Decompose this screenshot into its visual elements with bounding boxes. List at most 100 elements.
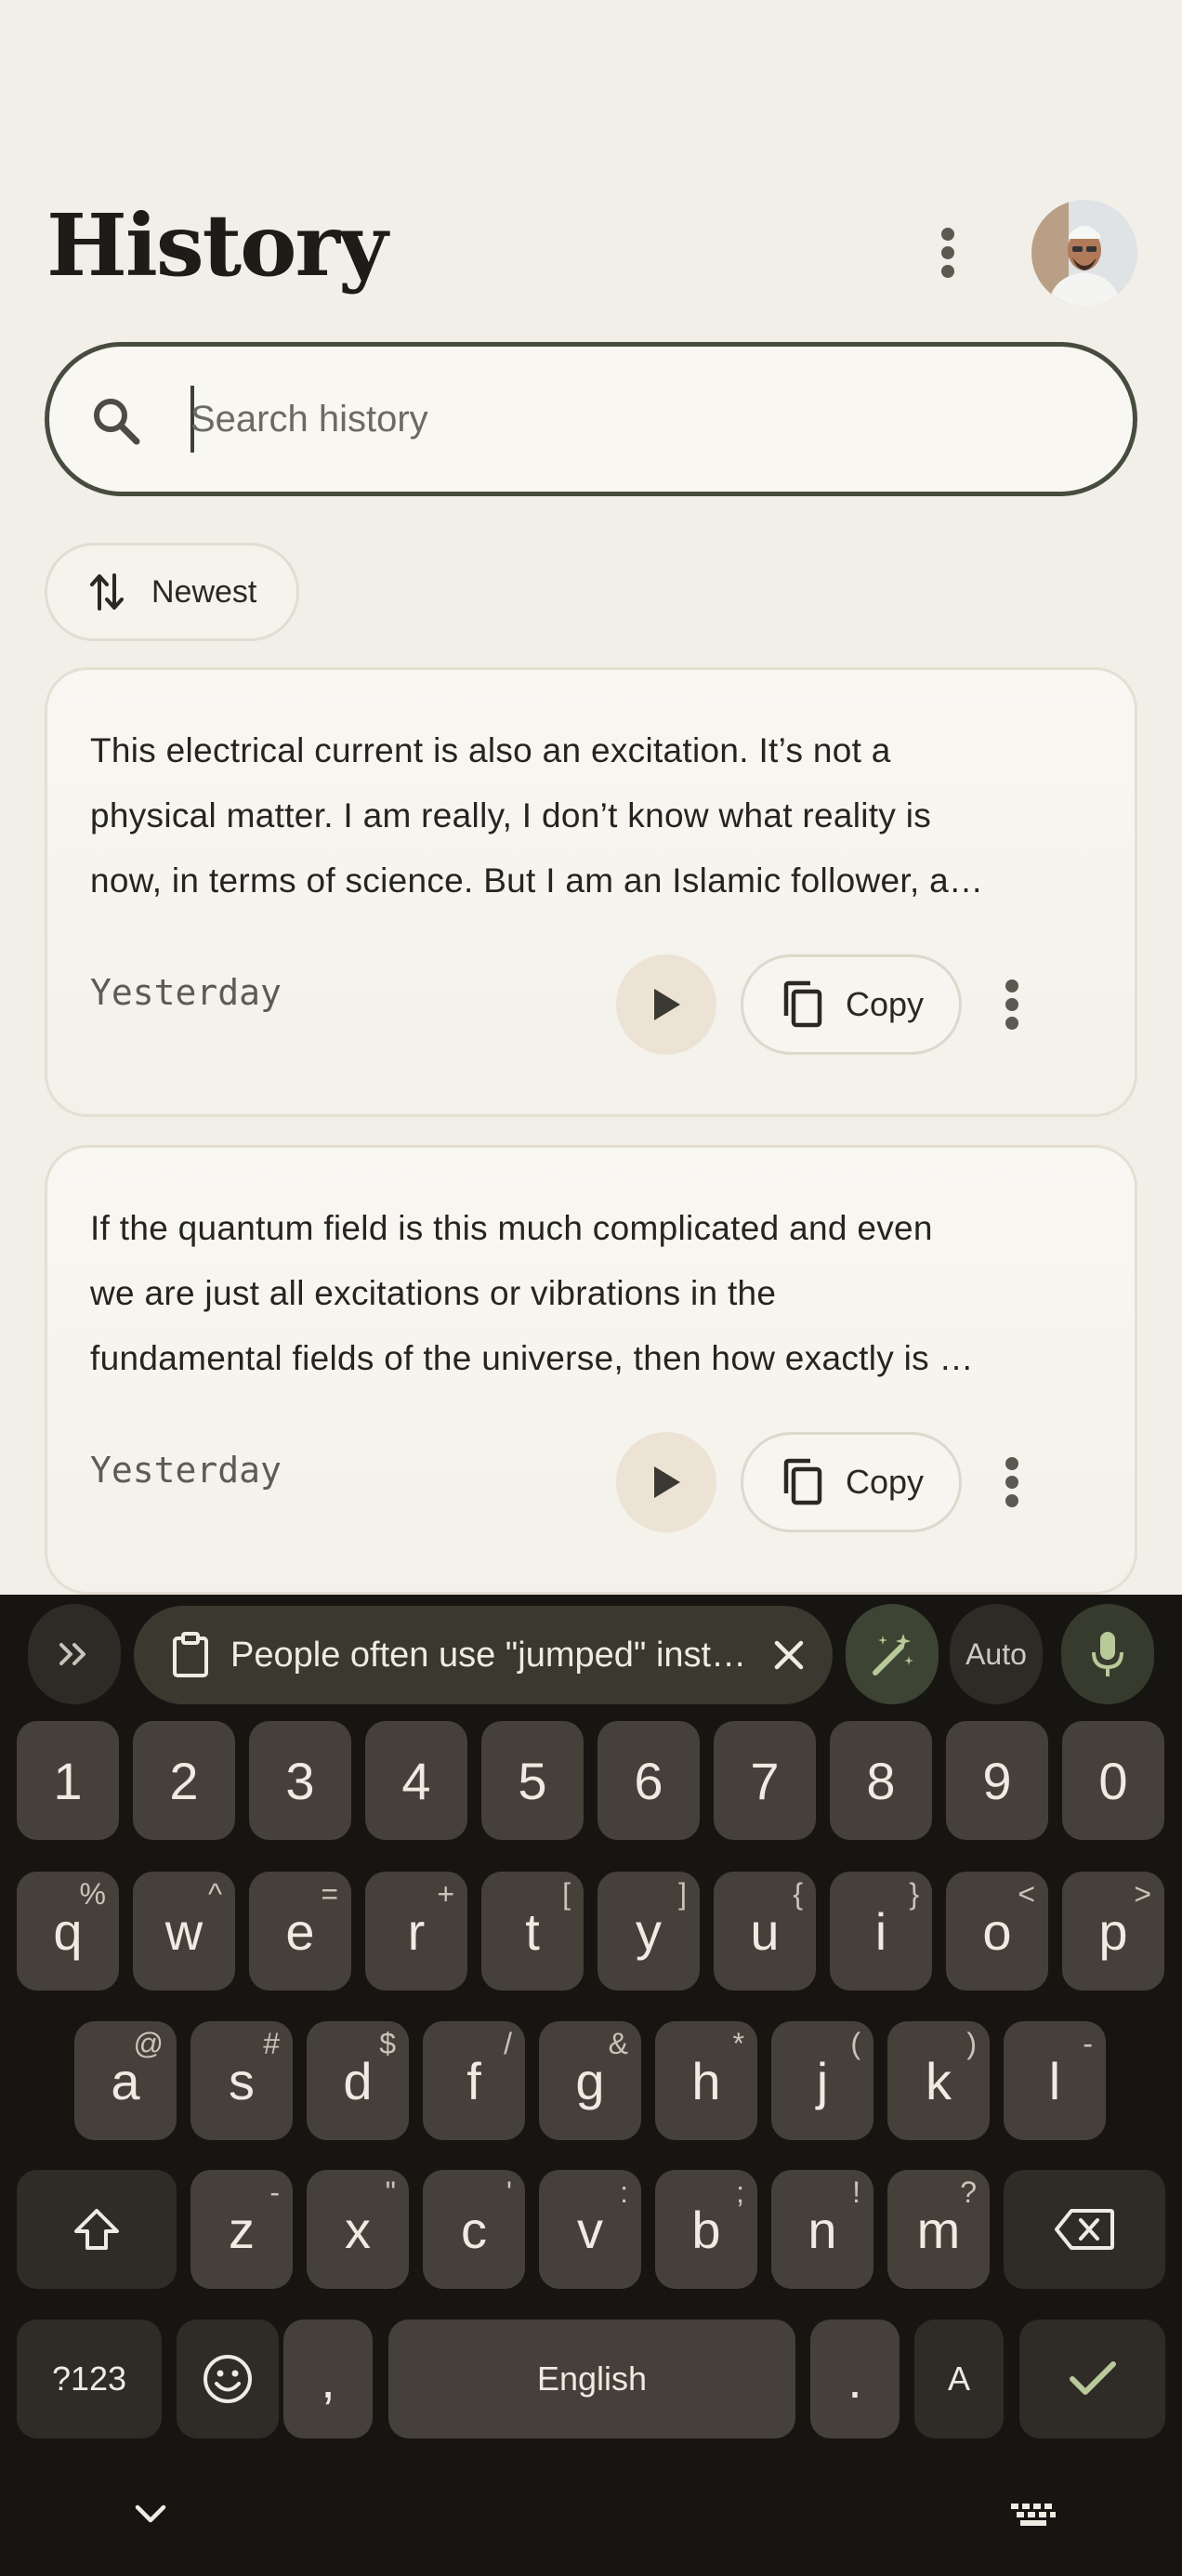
- comma-key[interactable]: ,: [283, 2320, 373, 2438]
- space-key[interactable]: English: [388, 2320, 795, 2438]
- key-letter: k: [926, 2051, 952, 2110]
- key-b[interactable]: b;: [655, 2170, 757, 2289]
- emoji-key[interactable]: [177, 2320, 279, 2438]
- key-letter: r: [407, 1901, 426, 1961]
- key-y[interactable]: y]: [598, 1872, 700, 1991]
- more-vert-icon: [1005, 1457, 1018, 1507]
- key-g[interactable]: g &: [539, 2021, 641, 2140]
- history-card[interactable]: If the quantum field is this much compli…: [45, 1145, 1137, 1595]
- key-d[interactable]: d $: [307, 2021, 409, 2140]
- transcript-line: This electrical current is also an excit…: [90, 731, 891, 769]
- key-p[interactable]: p >: [1062, 1872, 1164, 1991]
- sort-newest-chip[interactable]: Newest: [45, 543, 299, 641]
- key-8[interactable]: 8: [830, 1721, 932, 1840]
- key-h[interactable]: h *: [655, 2021, 757, 2140]
- keyboard-menu-button[interactable]: [28, 1604, 121, 1704]
- clipboard-icon: [173, 1632, 208, 1677]
- key-9[interactable]: 9: [946, 1721, 1048, 1840]
- key-x[interactable]: x ": [307, 2170, 409, 2289]
- backspace-key[interactable]: [1004, 2170, 1165, 2289]
- keyboard-switch-icon[interactable]: [1009, 2502, 1057, 2528]
- play-button[interactable]: [616, 954, 716, 1055]
- copy-button[interactable]: Copy: [741, 954, 962, 1055]
- key-hint: -: [269, 2175, 280, 2209]
- key-a[interactable]: a @: [74, 2021, 177, 2140]
- key-hint: -: [1083, 2027, 1093, 2060]
- key-m[interactable]: m?: [887, 2170, 990, 2289]
- key-0[interactable]: 0: [1062, 1721, 1164, 1840]
- search-bar[interactable]: [45, 342, 1137, 496]
- key-hint: ]: [678, 1877, 687, 1911]
- key-2[interactable]: 2: [133, 1721, 235, 1840]
- search-icon: [94, 399, 140, 445]
- key-k[interactable]: k): [887, 2021, 990, 2140]
- shift-key[interactable]: [17, 2170, 177, 2289]
- key-v[interactable]: v:: [539, 2170, 641, 2289]
- key-hint: $: [379, 2027, 396, 2060]
- key-6[interactable]: 6: [598, 1721, 700, 1840]
- key-1[interactable]: 1: [17, 1721, 119, 1840]
- more-options-button[interactable]: [920, 216, 976, 290]
- suggestion-text: People often use "jumped" inst…: [230, 1635, 747, 1675]
- close-icon[interactable]: [766, 1632, 812, 1678]
- key-n[interactable]: n!: [771, 2170, 873, 2289]
- avatar[interactable]: [1031, 200, 1137, 306]
- key-hint: =: [321, 1877, 338, 1911]
- key-letter: b: [691, 2200, 721, 2259]
- card-date: Yesterday: [90, 972, 282, 1013]
- key-o[interactable]: o <: [946, 1872, 1048, 1991]
- done-key[interactable]: [1019, 2320, 1165, 2438]
- key-t[interactable]: t[: [481, 1872, 584, 1991]
- transcript-text: If the quantum field is this much compli…: [90, 1196, 1103, 1391]
- key-letter: q: [53, 1901, 83, 1961]
- key-hint: {: [793, 1877, 803, 1911]
- emoji-icon: [204, 2355, 252, 2403]
- key-e[interactable]: e =: [249, 1872, 351, 1991]
- key-u[interactable]: u{: [714, 1872, 816, 1991]
- key-3[interactable]: 3: [249, 1721, 351, 1840]
- hide-keyboard-icon[interactable]: [130, 2502, 171, 2528]
- key-hint: /: [504, 2027, 512, 2060]
- play-icon: [654, 1466, 680, 1498]
- key-f[interactable]: f /: [423, 2021, 525, 2140]
- key-r[interactable]: r +: [365, 1872, 467, 1991]
- mic-icon: [1092, 1632, 1123, 1676]
- key-i[interactable]: i}: [830, 1872, 932, 1991]
- backspace-icon: [1055, 2209, 1114, 2250]
- card-more-button[interactable]: [984, 966, 1040, 1044]
- key-z[interactable]: z-: [190, 2170, 293, 2289]
- clipboard-suggestion-chip[interactable]: People often use "jumped" inst…: [134, 1606, 833, 1704]
- play-button[interactable]: [616, 1432, 716, 1532]
- key-letter: t: [525, 1901, 540, 1961]
- magic-wand-icon: [873, 1634, 913, 1676]
- auto-mode-button[interactable]: Auto: [950, 1604, 1043, 1704]
- symbols-key[interactable]: ?123: [17, 2320, 162, 2438]
- magic-wand-button[interactable]: [846, 1604, 939, 1704]
- play-icon: [654, 989, 680, 1020]
- key-l[interactable]: l-: [1004, 2021, 1106, 2140]
- key-s[interactable]: s #: [190, 2021, 293, 2140]
- key-5[interactable]: 5: [481, 1721, 584, 1840]
- transcript-line: fundamental fields of the universe, then…: [90, 1339, 974, 1377]
- key-hint: ): [966, 2027, 977, 2060]
- period-key[interactable]: .: [810, 2320, 900, 2438]
- key-hint: %: [79, 1877, 106, 1911]
- key-4[interactable]: 4: [365, 1721, 467, 1840]
- card-more-button[interactable]: [984, 1443, 1040, 1521]
- key-j[interactable]: j(: [771, 2021, 873, 2140]
- transcript-line: now, in terms of science. But I am an Is…: [90, 861, 984, 900]
- key-c[interactable]: c ': [423, 2170, 525, 2289]
- key-hint: >: [1134, 1877, 1151, 1911]
- history-card[interactable]: This electrical current is also an excit…: [45, 667, 1137, 1117]
- key-letter: n: [808, 2200, 837, 2259]
- copy-button[interactable]: Copy: [741, 1432, 962, 1532]
- key-hint: #: [263, 2027, 280, 2060]
- key-hint: (: [850, 2027, 860, 2060]
- language-key[interactable]: A: [914, 2320, 1004, 2438]
- voice-input-button[interactable]: [1061, 1604, 1154, 1704]
- key-w[interactable]: w ^: [133, 1872, 235, 1991]
- key-letter: i: [874, 1901, 887, 1961]
- key-q[interactable]: q%: [17, 1872, 119, 1991]
- key-7[interactable]: 7: [714, 1721, 816, 1840]
- search-input[interactable]: [190, 384, 1083, 454]
